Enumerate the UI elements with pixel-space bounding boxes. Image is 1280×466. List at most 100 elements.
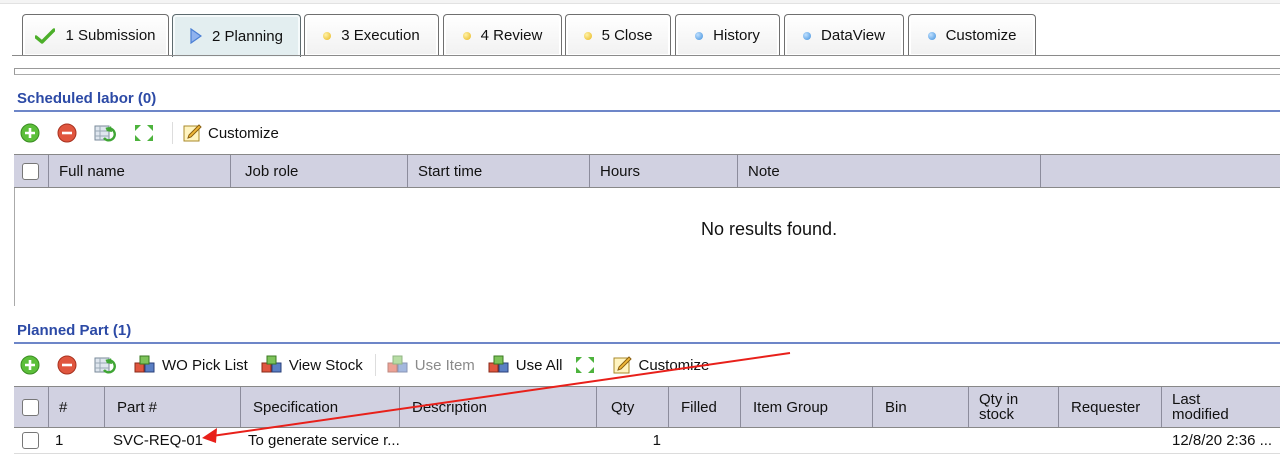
column-note[interactable]: Note [738, 155, 1041, 187]
refresh-grid-icon [94, 357, 116, 374]
add-circle-icon [20, 355, 40, 375]
blue-dot-icon [927, 31, 936, 40]
row-last-modified: 12/8/20 2:36 ... [1172, 432, 1273, 449]
customize-button[interactable]: Customize [183, 123, 279, 143]
select-all-checkbox[interactable] [14, 155, 49, 187]
toolbar-separator [172, 122, 173, 144]
view-stock-button[interactable]: View Stock [260, 355, 363, 375]
select-all-checkbox[interactable] [14, 387, 49, 427]
inventory-cubes-icon [387, 355, 408, 373]
expand-button[interactable] [133, 123, 160, 143]
column-qty-in-stock[interactable]: Qty in stock [969, 387, 1059, 427]
wo-pick-list-button[interactable]: WO Pick List [133, 355, 248, 375]
expand-arrows-icon [135, 125, 153, 141]
yellow-dot-icon [323, 31, 332, 40]
column-item-group[interactable]: Item Group [741, 387, 873, 427]
tab-submission[interactable]: 1 Submission [22, 14, 169, 56]
scheduled-labor-title: Scheduled labor (0) [17, 90, 157, 107]
add-circle-icon [20, 123, 40, 143]
tab-label: 2 Planning [212, 27, 283, 45]
tab-label: Customize [945, 27, 1017, 44]
panel-frame [14, 68, 1280, 75]
column-start-time[interactable]: Start time [408, 155, 590, 187]
yellow-dot-icon [583, 31, 592, 40]
customize-label: Customize [208, 124, 279, 142]
section-divider [14, 342, 1280, 344]
checkmark-icon [35, 27, 56, 44]
column-number[interactable]: # [49, 387, 105, 427]
use-all-button[interactable]: Use All [487, 355, 563, 375]
tab-execution[interactable]: 3 Execution [304, 14, 439, 56]
column-description[interactable]: Description [400, 387, 597, 427]
tab-label: 5 Close [601, 27, 653, 44]
customize-button[interactable]: Customize [613, 355, 709, 375]
tab-label: DataView [821, 27, 885, 44]
tab-bar: 1 Submission 2 Planning 3 Execution 4 Re… [12, 14, 1280, 57]
customize-pencil-icon [613, 356, 633, 374]
remove-circle-icon [57, 355, 77, 375]
customize-pencil-icon [183, 124, 202, 142]
add-button[interactable] [20, 123, 45, 143]
remove-button[interactable] [57, 355, 82, 375]
table-row[interactable]: 1 SVC-REQ-01 To generate service r... 1 … [14, 428, 1280, 454]
tab-customize[interactable]: Customize [908, 14, 1036, 56]
view-stock-label: View Stock [288, 356, 363, 374]
tab-review[interactable]: 4 Review [443, 14, 562, 56]
row-part-number[interactable]: SVC-REQ-01 [113, 428, 241, 453]
tab-planning[interactable]: 2 Planning [172, 14, 301, 57]
inventory-cubes-icon [488, 355, 509, 373]
refresh-button[interactable] [94, 123, 121, 143]
column-part-number[interactable]: Part # [105, 387, 241, 427]
top-strip [0, 0, 1280, 4]
tab-label: 3 Execution [341, 27, 420, 44]
remove-button[interactable] [57, 123, 82, 143]
planned-part-toolbar: WO Pick List View Stock Use Item Use All… [20, 352, 721, 378]
column-last-modified-line2: modified [1172, 406, 1229, 423]
add-button[interactable] [20, 355, 45, 375]
column-last-modified[interactable]: Last modified [1162, 387, 1280, 427]
tab-label: History [713, 27, 760, 44]
column-last-modified-line1: Last [1172, 391, 1201, 408]
no-results-message: No results found. [701, 219, 838, 239]
expand-button[interactable] [574, 355, 601, 375]
header-filler [1041, 155, 1280, 187]
column-specification[interactable]: Specification [241, 387, 400, 427]
remove-circle-icon [57, 123, 77, 143]
column-full-name[interactable]: Full name [49, 155, 231, 187]
scheduled-labor-toolbar: Customize [20, 120, 291, 146]
blue-dot-icon [803, 31, 812, 40]
tab-history[interactable]: History [675, 14, 780, 56]
refresh-button[interactable] [94, 355, 121, 375]
row-qty: 1 [652, 432, 661, 449]
planned-part-header: # Part # Specification Description Qty F… [14, 386, 1280, 428]
column-qty[interactable]: Qty [597, 387, 669, 427]
tab-label: 1 Submission [65, 27, 156, 44]
column-qty-in-stock-line2: stock [979, 406, 1015, 423]
column-hours[interactable]: Hours [590, 155, 738, 187]
blue-dot-icon [695, 31, 704, 40]
tab-close[interactable]: 5 Close [565, 14, 671, 56]
play-triangle-icon [190, 28, 203, 44]
wo-pick-list-label: WO Pick List [162, 356, 248, 374]
tab-dataview[interactable]: DataView [784, 14, 904, 56]
row-specification: To generate service r... [248, 432, 400, 449]
section-divider [14, 110, 1280, 112]
use-item-button[interactable]: Use Item [386, 355, 475, 375]
tab-label: 4 Review [480, 27, 543, 44]
row-number: 1 [55, 432, 64, 449]
column-qty-in-stock-line1: Qty in [979, 391, 1019, 408]
column-filled[interactable]: Filled [669, 387, 741, 427]
column-bin[interactable]: Bin [873, 387, 969, 427]
tab-bar-divider [12, 55, 1280, 56]
toolbar-separator [374, 354, 376, 376]
use-item-label: Use Item [414, 356, 475, 374]
row-checkbox[interactable] [22, 428, 49, 453]
planned-part-title: Planned Part (1) [17, 322, 132, 339]
column-requester[interactable]: Requester [1059, 387, 1162, 427]
expand-arrows-icon [576, 357, 595, 373]
column-job-role[interactable]: Job role [231, 155, 408, 187]
yellow-dot-icon [462, 31, 471, 40]
inventory-cubes-icon [261, 355, 282, 373]
use-all-label: Use All [515, 356, 563, 374]
inventory-cubes-icon [134, 355, 155, 373]
